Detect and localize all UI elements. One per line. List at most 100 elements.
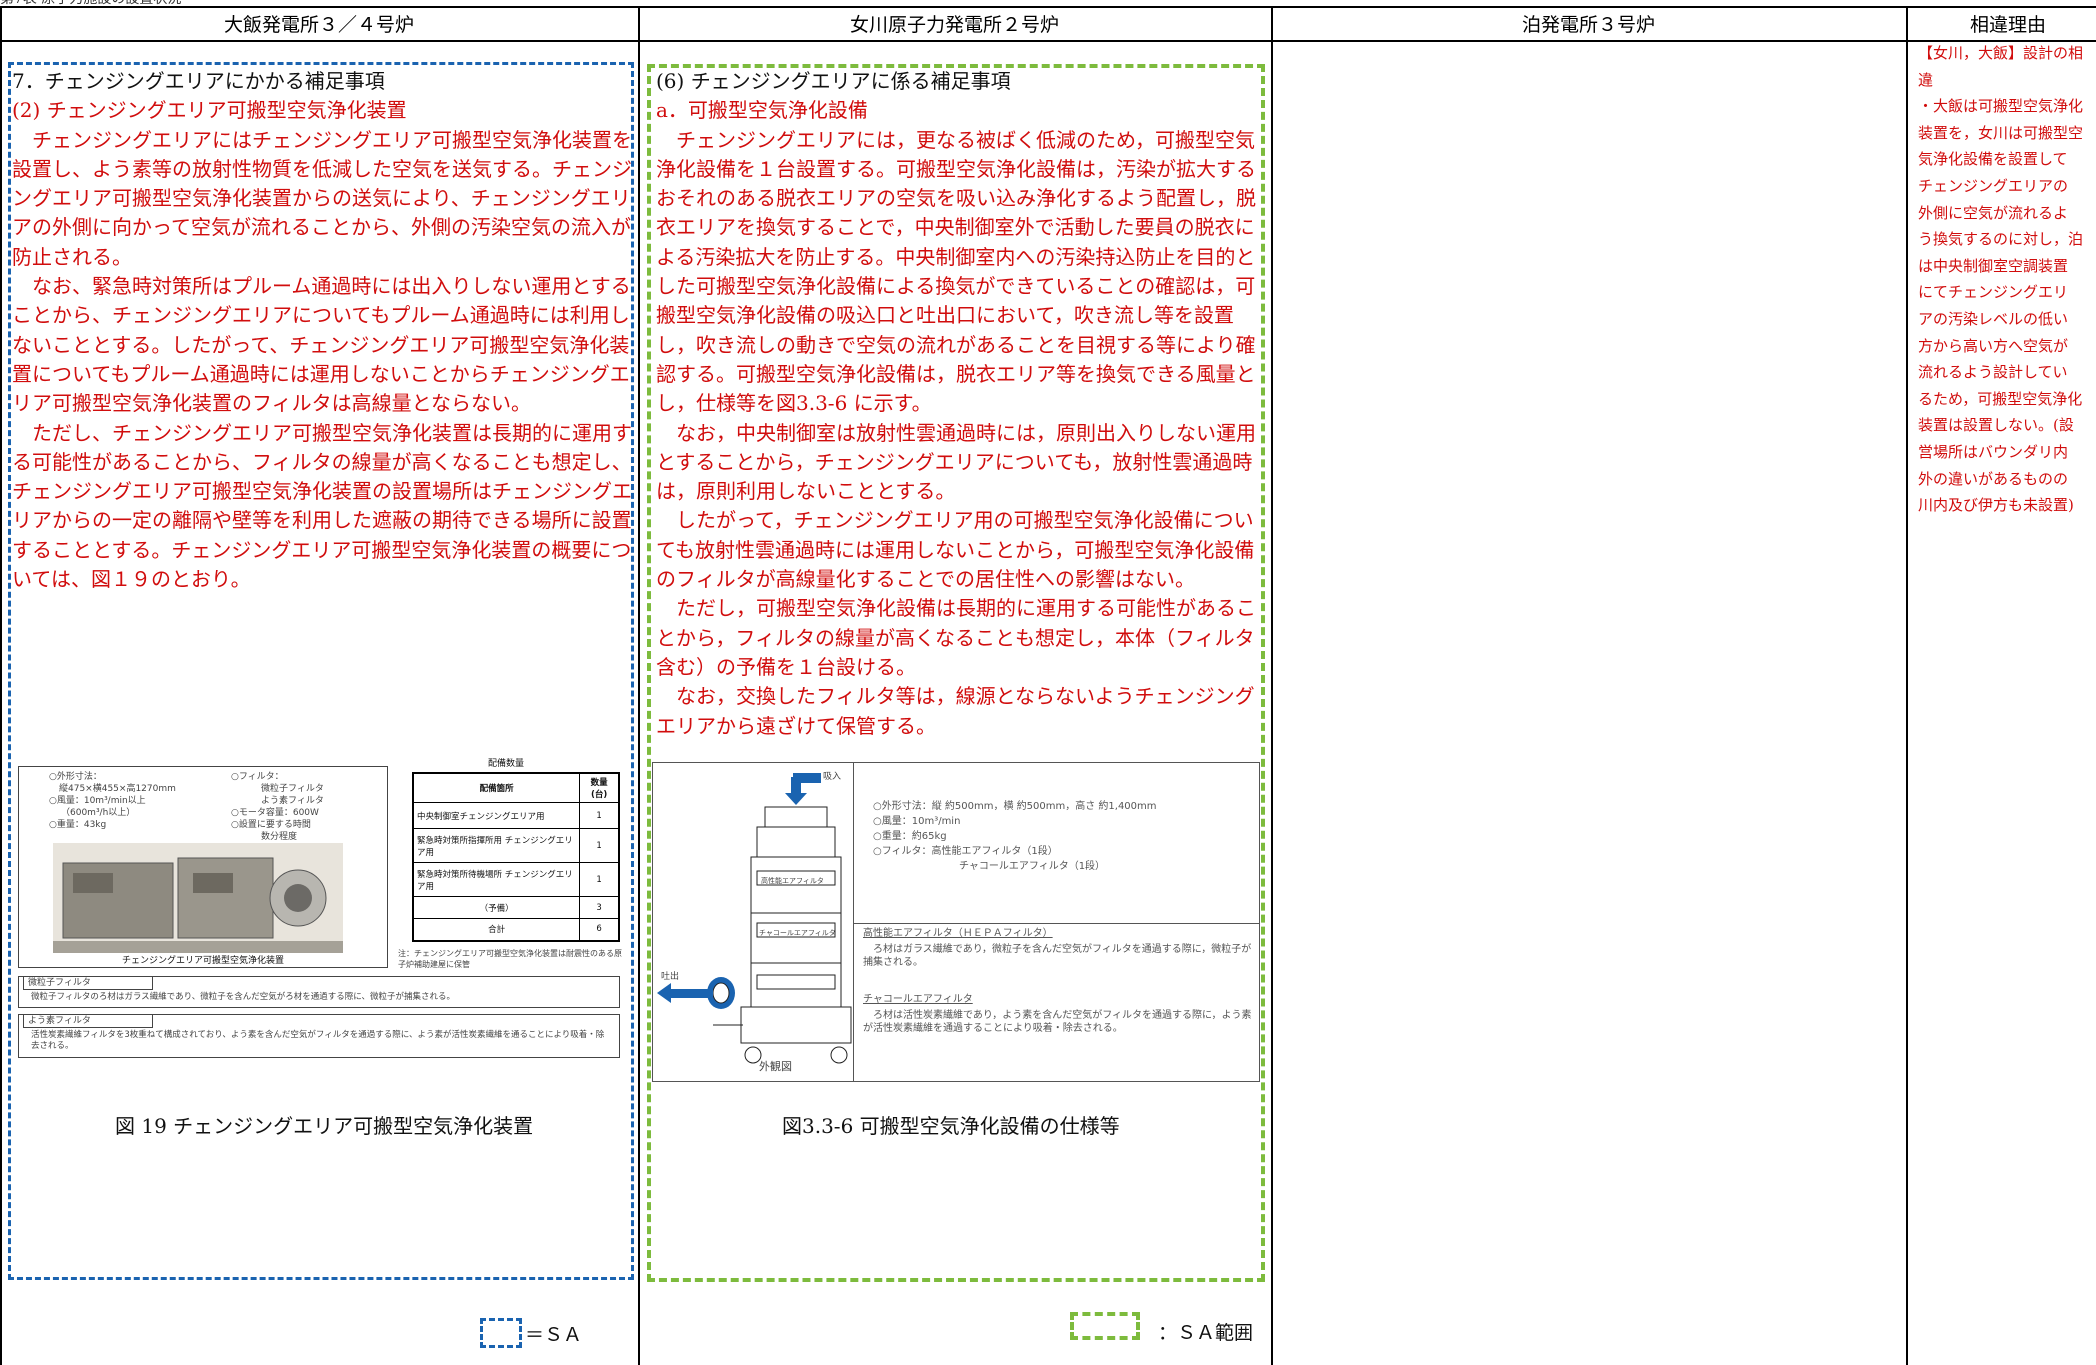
ohi-title: 7．チェンジングエリアにかかる補足事項 bbox=[12, 69, 385, 93]
table-cell: 緊急時対策所待機場所 チェンジングエリア用 bbox=[412, 862, 581, 897]
reason-line: るため，可搬型空気浄化 bbox=[1918, 389, 2083, 408]
ohi-table-note: 注：チェンジングエリア可搬型空気浄化装置は耐震性のある原子炉補助建屋に保管 bbox=[398, 949, 622, 969]
ohi-spec-right-5: ○設置に要する時間 bbox=[231, 820, 311, 830]
onagawa-figure: 吸入 高性能エアフィルタ チャコールエアフィルタ 吐出 外観図 ○外形寸法：縦 … bbox=[652, 762, 1260, 1082]
ohi-table-head-place: 配備箇所 bbox=[412, 772, 581, 803]
reason-line: う換気するのに対し，泊 bbox=[1918, 230, 2084, 249]
onagawa-charcoal-text: ろ材は活性炭素繊維であり，よう素を含んだ空気がフィルタを通過する際に，よう素が活… bbox=[863, 1010, 1252, 1034]
reason-line: 違 bbox=[1918, 70, 1934, 89]
onagawa-intake-label: 吸入 bbox=[823, 772, 842, 782]
ohi-spec-left-4: （600m³/h以上） bbox=[61, 808, 136, 818]
ohi-filter2-box: よう素フィルタ 活性炭素繊維フィルタを3枚重ねて構成されており、よう素を含んだ空… bbox=[18, 1014, 620, 1058]
ohi-filter2-text: 活性炭素繊維フィルタを3枚重ねて構成されており、よう素を含んだ空気がフィルタを通… bbox=[31, 1030, 605, 1051]
onagawa-spec-5: チャコールエアフィルタ（1段） bbox=[959, 861, 1106, 872]
onagawa-hepa-text: ろ材はガラス繊維であり，微粒子を含んだ空気がフィルタを通過する際に，微粒子が捕集… bbox=[863, 944, 1252, 968]
ohi-table-title: 配備数量 bbox=[488, 759, 525, 769]
ohi-paragraph-3: ただし、チェンジングエリア可搬型空気浄化装置は長期的に運用する可能性があることか… bbox=[12, 420, 632, 592]
onagawa-spec-3: ○重量：約65kg bbox=[873, 831, 947, 842]
onagawa-figure-caption: 図3.3-6 可搬型空気浄化設備の仕様等 bbox=[782, 1114, 1120, 1138]
ohi-spec-left-1: ○外形寸法： bbox=[49, 772, 102, 782]
header-ohi: 大飯発電所３／４号炉 bbox=[223, 13, 414, 36]
ohi-figure-caption: 図 19 チェンジングエリア可搬型空気浄化装置 bbox=[115, 1114, 534, 1138]
sa-legend-blue-swatch bbox=[480, 1318, 522, 1348]
onagawa-charcoal-label: チャコールエアフィルタ bbox=[759, 929, 836, 937]
ohi-paragraph-1: チェンジングエリアにはチェンジングエリア可搬型空気浄化装置を設置し、よう素等の放… bbox=[12, 127, 632, 269]
ohi-spec-right-6: 数分程度 bbox=[261, 832, 298, 842]
ohi-spec-left-2: 縦475×横455×高1270mm bbox=[59, 784, 176, 794]
table-cell: 3 bbox=[579, 896, 620, 919]
sa-legend-green-swatch bbox=[1070, 1312, 1140, 1340]
col-divider-2 bbox=[638, 6, 640, 1365]
table-cell: 6 bbox=[579, 918, 620, 941]
reason-line: 外の違いがあるものの bbox=[1918, 469, 2069, 488]
ohi-spec-left-3: ○風量：10m³/min以上 bbox=[49, 796, 146, 806]
reason-line: 気浄化設備を設置して bbox=[1918, 150, 2068, 169]
reason-line: 川内及び伊方も未設置) bbox=[1918, 496, 2074, 515]
ohi-figure: ○外形寸法： 縦475×横455×高1270mm ○風量：10m³/min以上 … bbox=[18, 759, 622, 1072]
reason-line: 外側に空気が流れるよ bbox=[1918, 203, 2069, 222]
header-reason: 相違理由 bbox=[1970, 13, 2047, 36]
ohi-spec-right-4: ○モータ容量：600W bbox=[231, 808, 319, 818]
onagawa-spec-1: ○外形寸法：縦 約500mm，横 約500mm，高さ 約1,400mm bbox=[873, 801, 1157, 812]
ohi-subtitle: (2) チェンジングエリア可搬型空気浄化装置 bbox=[12, 98, 407, 123]
onagawa-paragraph-5: なお，交換したフィルタ等は，線源とならないようチェンジングエリアから遠ざけて保管… bbox=[656, 684, 1255, 738]
ohi-filter1-title: 微粒子フィルタ bbox=[23, 976, 153, 990]
ohi-photo-panel: ○外形寸法： 縦475×横455×高1270mm ○風量：10m³/min以上 … bbox=[18, 766, 388, 968]
onagawa-paragraph-2: なお，中央制御室は放射性雲通過時には，原則出入りしない運用とすることから，チェン… bbox=[656, 420, 1256, 504]
ohi-table-head-qty: 数量(台) bbox=[579, 772, 620, 803]
onagawa-spec-divider bbox=[853, 923, 1259, 924]
onagawa-paragraph-1: チェンジングエリアには，更なる被ばく低減のため，可搬型空気浄化設備を１台設置する… bbox=[656, 127, 1256, 416]
table-cell: 1 bbox=[579, 802, 620, 829]
reason-line: 方から高い方へ空気が bbox=[1918, 336, 2069, 355]
reason-line: 【女川，大飯】設計の相 bbox=[1918, 44, 2084, 62]
onagawa-spec-list: ○外形寸法：縦 約500mm，横 約500mm，高さ 約1,400mm ○風量：… bbox=[873, 799, 1253, 874]
onagawa-unit-drawing bbox=[657, 773, 852, 1064]
table-cell: 1 bbox=[579, 862, 620, 897]
onagawa-hepa-label: 高性能エアフィルタ bbox=[761, 877, 824, 885]
onagawa-spec-4: ○フィルタ：高性能エアフィルタ（1段） bbox=[873, 846, 1058, 857]
ohi-spec-right-1: ○フィルタ： bbox=[231, 772, 284, 782]
ohi-spec-right-3: よう素フィルタ bbox=[261, 796, 324, 806]
header-onagawa: 女川原子力発電所２号炉 bbox=[849, 13, 1059, 36]
onagawa-view-label: 外観図 bbox=[759, 1060, 792, 1073]
table-cell: 1 bbox=[579, 828, 620, 863]
table-cell: （予備） bbox=[412, 896, 581, 919]
reason-line: にてチェンジングエリ bbox=[1918, 283, 2069, 302]
ohi-paragraph-2: なお、緊急時対策所はプルーム通過時には出入りしない運用とすることから、チェンジン… bbox=[12, 274, 631, 416]
ohi-filter2-title: よう素フィルタ bbox=[23, 1014, 153, 1028]
onagawa-paragraph-4: ただし，可搬型空気浄化設備は長期的に運用する可能性があることから，フィルタの線量… bbox=[656, 596, 1256, 679]
col-divider-1 bbox=[0, 6, 2, 1365]
ohi-spec-right-2: 微粒子フィルタ bbox=[261, 784, 324, 794]
ohi-filter1-text: 微粒子フィルタのろ材はガラス繊維であり、微粒子を含んだ空気がろ材を通過する際に、… bbox=[31, 992, 455, 1002]
table-cell: 中央制御室チェンジングエリア用 bbox=[412, 802, 581, 829]
onagawa-text: (6) チェンジングエリアに係る補足事項 a．可搬型空気浄化設備 チェンジングエ… bbox=[656, 67, 1258, 741]
header-bottom-border bbox=[0, 40, 2096, 42]
col-divider-4 bbox=[1906, 6, 1908, 1365]
onagawa-charcoal-title: チャコールエアフィルタ bbox=[863, 994, 973, 1005]
table-cell: 緊急時対策所指揮所用 チェンジングエリア用 bbox=[412, 828, 581, 863]
reason-line: アの汚染レベルの低い bbox=[1918, 309, 2069, 328]
ohi-device-photo bbox=[53, 843, 343, 953]
reason-line: 営場所はバウンダリ内 bbox=[1918, 442, 2069, 461]
ohi-quantity-table: 配備箇所 数量(台) 中央制御室チェンジングエリア用 1 緊急時対策所指揮所用 チ… bbox=[412, 772, 620, 942]
onagawa-drawing-panel: 吸入 高性能エアフィルタ チャコールエアフィルタ 吐出 外観図 bbox=[653, 763, 854, 1081]
reason-line: ・大飯は可搬型空気浄化 bbox=[1918, 97, 2084, 116]
sa-legend-blue-label: ＝ＳＡ bbox=[525, 1324, 583, 1346]
reason-text: 【女川，大飯】設計の相 違 ・大飯は可搬型空気浄化 装置を，女川は可搬型空 気浄… bbox=[1918, 40, 2096, 519]
ohi-filter1-box: 微粒子フィルタ 微粒子フィルタのろ材はガラス繊維であり、微粒子を含んだ空気がろ材… bbox=[18, 976, 620, 1008]
onagawa-spec-2: ○風量：10m³/min bbox=[873, 816, 961, 827]
reason-line: 流れるよう設計してい bbox=[1918, 363, 2068, 382]
onagawa-paragraph-3: したがって，チェンジングエリア用の可搬型空気浄化設備についても放射性雲通過時には… bbox=[656, 508, 1255, 592]
col-divider-3 bbox=[1271, 6, 1273, 1365]
onagawa-title: (6) チェンジングエリアに係る補足事項 bbox=[656, 69, 1011, 93]
header-tomari: 泊発電所３号炉 bbox=[1521, 13, 1655, 36]
ohi-photo-label: チェンジングエリア可搬型空気浄化装置 bbox=[121, 956, 284, 966]
reason-line: 装置を，女川は可搬型空 bbox=[1918, 123, 2084, 142]
reason-line: チェンジングエリアの bbox=[1918, 176, 2069, 195]
onagawa-subtitle: a．可搬型空気浄化設備 bbox=[656, 98, 868, 123]
reason-line: 装置は設置しない。(設 bbox=[1918, 416, 2074, 435]
ohi-spec-left-5: ○重量：43kg bbox=[49, 820, 107, 830]
table-cell: 合計 bbox=[412, 918, 581, 941]
ohi-text: 7．チェンジングエリアにかかる補足事項 (2) チェンジングエリア可搬型空気浄化… bbox=[12, 67, 632, 594]
onagawa-hepa-title: 高性能エアフィルタ（ＨＥＰＡフィルタ） bbox=[863, 928, 1053, 939]
